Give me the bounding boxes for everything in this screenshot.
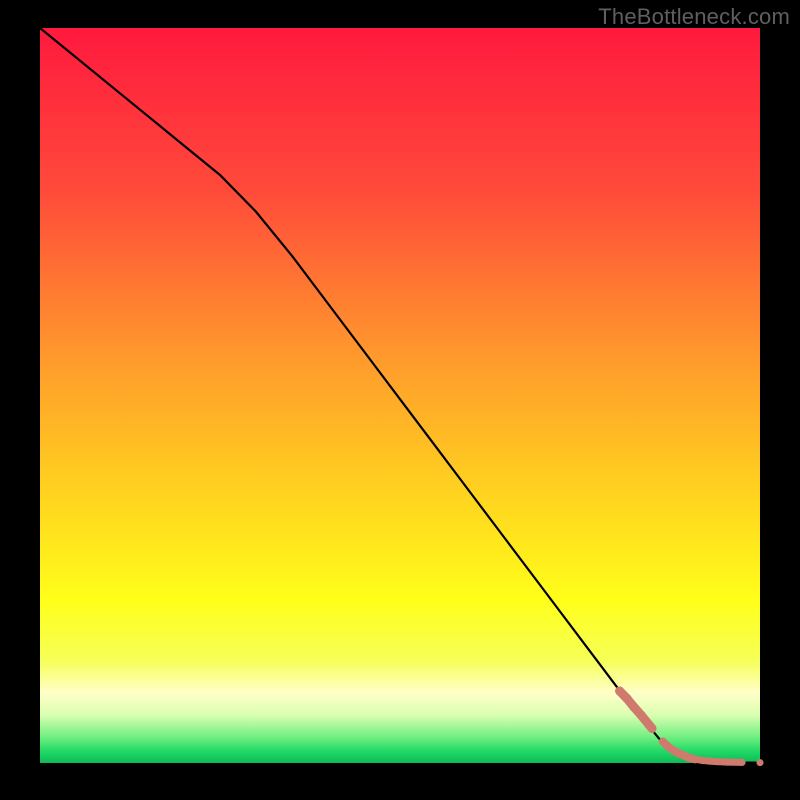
curve-marker — [692, 756, 699, 763]
curve-marker — [637, 711, 646, 720]
bottleneck-curve — [40, 28, 760, 763]
watermark-text: TheBottleneck.com — [598, 4, 790, 30]
curve-marker — [706, 758, 713, 765]
curve-marker — [673, 749, 681, 757]
chart-frame: TheBottleneck.com — [0, 0, 800, 800]
curve-marker — [724, 759, 731, 766]
curve-marker — [622, 694, 631, 703]
curve-marker — [659, 738, 667, 746]
curve-marker — [757, 759, 764, 766]
curve-marker — [666, 744, 674, 752]
curve-markers — [615, 686, 763, 766]
curve-marker — [630, 703, 639, 712]
curve-marker — [615, 686, 624, 695]
plot-area — [40, 28, 760, 763]
curve-marker — [648, 724, 657, 733]
curve-marker — [713, 758, 720, 765]
curve-marker — [739, 759, 746, 766]
curve-layer — [40, 28, 760, 763]
curve-marker — [699, 757, 706, 764]
